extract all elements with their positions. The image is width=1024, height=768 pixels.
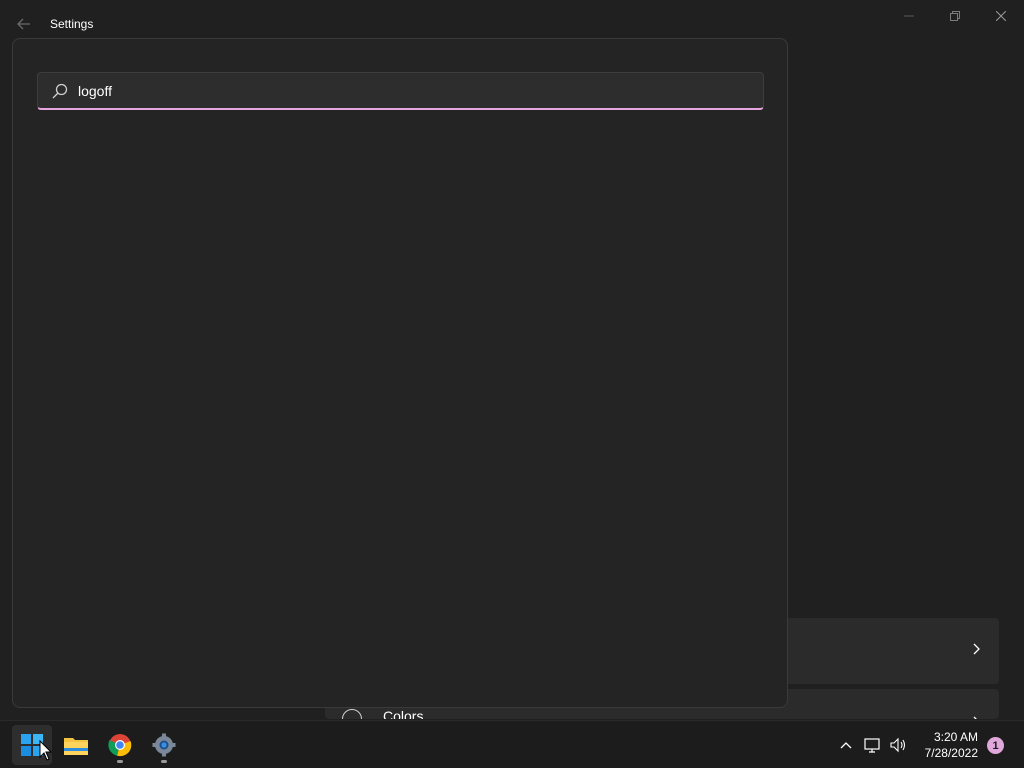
search-flyout [12, 38, 788, 708]
close-icon [996, 11, 1006, 21]
back-arrow-icon [17, 18, 30, 30]
taskbar: 3:20 AM 7/28/2022 1 [0, 720, 1024, 768]
chevron-up-icon [840, 742, 852, 749]
search-box[interactable] [37, 72, 764, 110]
minimize-icon [904, 15, 914, 17]
minimize-button[interactable] [886, 0, 932, 32]
running-indicator [117, 760, 123, 763]
back-button[interactable] [12, 12, 36, 36]
restore-icon [950, 11, 960, 21]
clock[interactable]: 3:20 AM 7/28/2022 [918, 729, 978, 761]
notification-badge[interactable]: 1 [987, 737, 1004, 754]
clock-date: 7/28/2022 [924, 746, 978, 760]
volume-button[interactable] [888, 735, 908, 755]
clock-time: 3:20 AM [933, 730, 978, 744]
network-icon [864, 738, 880, 753]
chrome-button[interactable] [100, 725, 140, 765]
title-bar: Settings [0, 0, 1024, 40]
chevron-right-icon [973, 643, 980, 655]
settings-item-label: Colors [383, 708, 424, 719]
network-button[interactable] [863, 735, 883, 755]
volume-icon [890, 737, 906, 753]
settings-icon [152, 733, 176, 757]
maximize-button[interactable] [932, 0, 978, 32]
file-explorer-button[interactable] [56, 725, 96, 765]
chevron-right-icon [973, 716, 977, 719]
mouse-cursor-icon [39, 740, 53, 761]
chrome-icon [108, 734, 132, 757]
file-explorer-icon [64, 738, 88, 755]
color-palette-icon [342, 709, 362, 719]
search-input[interactable] [78, 80, 748, 102]
show-hidden-icons-button[interactable] [836, 735, 856, 755]
search-icon [52, 83, 68, 99]
close-button[interactable] [978, 0, 1024, 32]
running-indicator [161, 760, 167, 763]
settings-button[interactable] [144, 725, 184, 765]
app-title: Settings [50, 17, 94, 31]
